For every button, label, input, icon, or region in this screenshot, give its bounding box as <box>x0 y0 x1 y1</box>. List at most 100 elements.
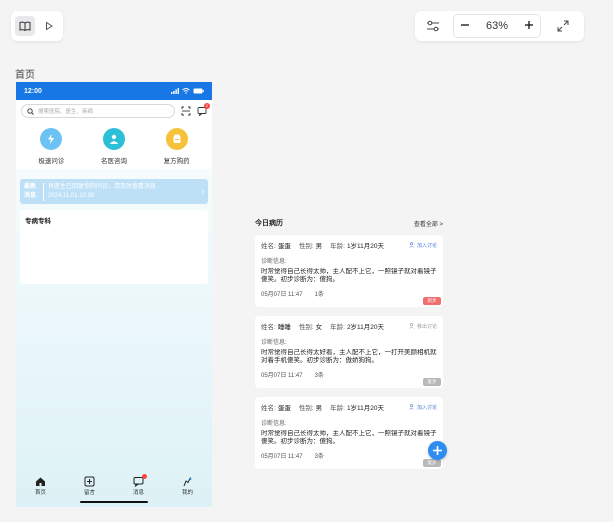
quick-action-famous-doctor[interactable]: 名医咨询 <box>86 128 142 165</box>
leave-discussion-button[interactable]: 移出讨论 <box>409 323 437 330</box>
search-icon <box>27 107 34 115</box>
record-info-row: 姓名: 睡睡 性别: 女 年龄: 2岁11月20天 移出讨论 <box>261 321 437 331</box>
home-indicator <box>80 501 148 503</box>
name-label: 姓名: <box>261 243 276 250</box>
quick-action-buy-medicine[interactable]: 复方购药 <box>149 128 205 165</box>
minus-icon[interactable] <box>460 17 470 35</box>
add-record-button[interactable] <box>428 441 447 460</box>
age-label: 年龄: <box>330 324 345 331</box>
plus-icon[interactable] <box>524 17 534 35</box>
join-discussion-button[interactable]: 加入讨论 <box>409 404 437 411</box>
gender-label: 性别: <box>298 324 314 331</box>
user-remove-icon <box>409 323 414 329</box>
view-all-link[interactable]: 查看全部 > <box>414 219 443 228</box>
signal-icon <box>171 88 179 94</box>
search-placeholder: 搜索医院、医生、疾病 <box>38 109 94 115</box>
name-label: 姓名: <box>261 405 276 412</box>
status-bar: 12:00 <box>16 82 212 100</box>
record-count: 3条 <box>314 373 324 379</box>
record-meta: 05月07日 11:47 1条 <box>261 289 437 298</box>
diagnosis-label: 诊断信息: <box>261 259 287 265</box>
gender-label: 性别: <box>298 405 314 412</box>
diagnosis-text: 时常觉得自己长得太帅，主人配不上它，一照镜子就对着镜子傻笑。初步诊断为：傻狗。 <box>261 268 437 283</box>
play-icon[interactable] <box>39 16 59 36</box>
gender-label: 性别: <box>298 243 314 250</box>
record-age: 1岁11月20天 <box>346 243 385 250</box>
record-card[interactable]: 姓名: 蛋蛋 性别: 男 年龄: 1岁11月20天 加入讨论 诊断信息: 时常觉得自己… <box>255 235 443 307</box>
notice-text: 肖医生已回复你的问诊，请及时查看消息 <box>48 183 157 190</box>
age-label: 年龄: <box>330 243 345 250</box>
plus-icon <box>433 446 442 455</box>
tab-home[interactable]: 首页 <box>21 476 61 496</box>
action-label: 加入讨论 <box>416 242 437 249</box>
tab-profile[interactable]: 我的 <box>168 476 208 496</box>
record-time: 05月07日 11:47 <box>261 373 303 379</box>
record-age: 1岁11月20天 <box>346 405 385 412</box>
notice-body: 肖医生已回复你的问诊，请及时查看消息 2024.11.01 10:30 <box>48 183 197 201</box>
message-icon[interactable]: 2 <box>196 102 210 117</box>
record-count: 3条 <box>314 454 324 460</box>
scan-icon[interactable] <box>180 106 191 117</box>
record-info-row: 姓名: 蛋蛋 性别: 男 年龄: 1岁11月20天 加入讨论 <box>261 402 437 412</box>
tab-messages[interactable]: 消息 <box>119 474 159 496</box>
message-badge: 2 <box>204 102 210 109</box>
record-count: 1条 <box>314 292 324 298</box>
phone-frame: 12:00 搜索医院、医生、疾病 2 极速问诊 名医咨询 复方购药 最新消息 肖… <box>16 82 212 507</box>
record-card[interactable]: 姓名: 蛋蛋 性别: 男 年龄: 1岁11月20天 加入讨论 诊断信息: 时常觉得自己… <box>255 397 443 469</box>
compose-icon <box>84 476 95 487</box>
specialty-section: 专病专科 <box>20 210 208 284</box>
search-row: 搜索医院、医生、疾病 2 <box>16 100 212 122</box>
medicine-icon <box>165 128 188 150</box>
record-meta: 05月07日 11:47 3条 <box>261 370 437 379</box>
status-icons <box>171 88 204 94</box>
records-title: 今日病历 <box>255 220 283 227</box>
tab-label: 消息 <box>132 490 144 496</box>
left-toolbar <box>11 11 63 41</box>
join-discussion-button[interactable]: 加入讨论 <box>409 242 437 249</box>
zoom-toolbar: 63% <box>415 11 584 41</box>
notice-banner[interactable]: 最新消息 肖医生已回复你的问诊，请及时查看消息 2024.11.01 10:30… <box>20 179 208 204</box>
action-label: 移出讨论 <box>416 323 437 330</box>
record-card[interactable]: 姓名: 睡睡 性别: 女 年龄: 2岁11月20天 移出讨论 诊断信息: 时常觉得自己… <box>255 316 443 388</box>
quick-action-label: 复方购药 <box>163 158 190 165</box>
tab-label: 留言 <box>83 490 95 496</box>
sliders-icon[interactable] <box>415 11 451 41</box>
record-time: 05月07日 11:47 <box>261 454 303 460</box>
book-open-icon[interactable] <box>15 16 35 36</box>
wifi-icon <box>182 88 190 94</box>
record-info-row: 姓名: 蛋蛋 性别: 男 年龄: 1岁11月20天 加入讨论 <box>261 240 437 250</box>
specialty-title: 专病专科 <box>25 218 51 225</box>
diagnosis-label: 诊断信息: <box>261 421 287 427</box>
quick-actions: 极速问诊 名医咨询 复方购药 <box>16 122 212 169</box>
doctor-icon <box>102 128 125 150</box>
record-name: 睡睡 <box>277 324 291 331</box>
action-label: 加入讨论 <box>416 404 437 411</box>
record-age: 2岁11月20天 <box>346 324 385 331</box>
zoom-value: 63% <box>485 20 509 32</box>
record-status-tag: 复步 <box>423 459 441 467</box>
quick-action-fast-consult[interactable]: 极速问诊 <box>23 128 79 165</box>
record-gender: 女 <box>315 324 323 331</box>
diagnosis-text: 时常觉得自己长得太帅，主人配不上它，一照镜子就对着镜子傻笑。初步诊断为：傻狗。 <box>261 430 437 445</box>
page-label: 首页 <box>15 70 35 81</box>
bottom-tabbar: 首页 留言 消息 我的 <box>16 472 212 502</box>
record-name: 蛋蛋 <box>277 405 291 412</box>
diagnosis-text: 时常觉得自己长得太好看，主人配不上它，一打开美颜相机就对着手机傻笑。初步诊断为：… <box>261 349 437 364</box>
quick-action-label: 极速问诊 <box>38 158 65 165</box>
status-time: 12:00 <box>24 87 42 95</box>
diagnosis-label: 诊断信息: <box>261 340 287 346</box>
expand-icon[interactable] <box>545 11 581 41</box>
battery-icon <box>193 88 204 94</box>
age-label: 年龄: <box>330 405 345 412</box>
notice-tag: 最新消息 <box>24 182 44 201</box>
records-header: 今日病历 查看全部 > <box>255 218 443 228</box>
quick-action-label: 名医咨询 <box>100 158 127 165</box>
search-input[interactable]: 搜索医院、医生、疾病 <box>21 104 175 118</box>
record-time: 05月07日 11:47 <box>261 292 303 298</box>
user-add-icon <box>409 242 414 248</box>
record-gender: 男 <box>315 405 323 412</box>
user-icon <box>182 476 193 487</box>
tab-comment[interactable]: 留言 <box>70 476 110 496</box>
record-gender: 男 <box>315 243 323 250</box>
tab-label: 我的 <box>181 490 193 496</box>
